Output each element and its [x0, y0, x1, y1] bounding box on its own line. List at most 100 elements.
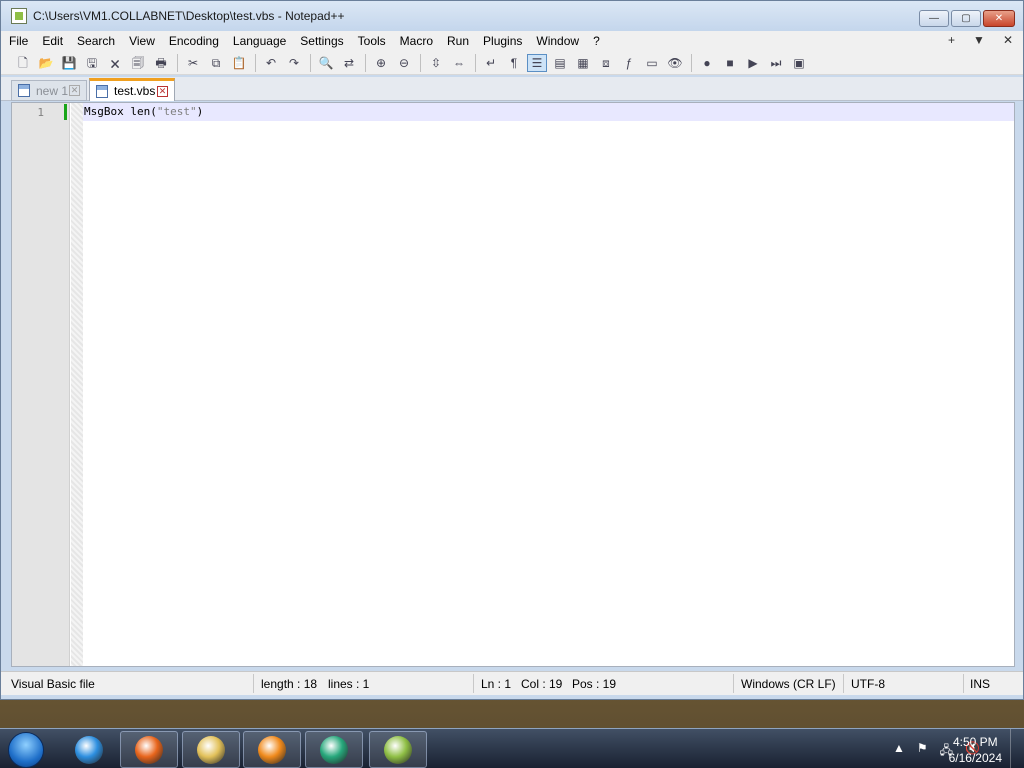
find-icon[interactable]: 🔍	[316, 54, 336, 72]
copy-icon[interactable]: ⧉	[206, 54, 226, 72]
saved-file-icon	[96, 84, 108, 98]
undo-icon[interactable]: ↶	[261, 54, 281, 72]
word-wrap-icon[interactable]: ↵	[481, 54, 501, 72]
cut-icon[interactable]: ✂	[183, 54, 203, 72]
zoom-out-icon[interactable]: ⊖	[394, 54, 414, 72]
menu-settings[interactable]: Settings	[292, 34, 349, 48]
sync-horizontal-icon[interactable]: ⇔	[449, 54, 469, 72]
editor-area[interactable]: 1 MsgBox len("test")	[11, 102, 1015, 667]
internet-explorer-icon	[75, 735, 103, 764]
menu-edit[interactable]: Edit	[34, 34, 69, 48]
internet-explorer-taskbar-button[interactable]	[60, 731, 118, 768]
menu-tools[interactable]: Tools	[350, 34, 392, 48]
window-title: C:\Users\VM1.COLLABNET\Desktop\test.vbs …	[33, 9, 345, 23]
tab-label: new 1	[36, 83, 69, 98]
code-string-literal: "test"	[156, 105, 197, 118]
window-controls: — ▢ ✕	[919, 10, 1015, 27]
line-number: 1	[37, 106, 44, 119]
close-document-button[interactable]: ✕	[1003, 33, 1013, 47]
indent-guide-icon[interactable]: ☰	[527, 53, 547, 72]
menu-language[interactable]: Language	[225, 34, 292, 48]
file-explorer-taskbar-button[interactable]	[182, 731, 240, 768]
tab-list-dropdown[interactable]: ▼	[973, 33, 985, 47]
chat-app-icon	[320, 735, 348, 764]
menu-bar: File Edit Search View Encoding Language …	[1, 31, 1023, 51]
run-macro-multiple-icon[interactable]: ⏭	[766, 54, 786, 72]
paste-icon[interactable]: 📋	[229, 54, 249, 72]
toolbar-separator	[310, 53, 311, 72]
tab-close-icon[interactable]: ✕	[69, 85, 80, 96]
menu-window[interactable]: Window	[528, 34, 585, 48]
notepad-plus-plus-icon	[384, 735, 412, 764]
tab-new-1[interactable]: new 1 ✕	[11, 80, 87, 101]
zoom-in-icon[interactable]: ⊕	[371, 54, 391, 72]
code-line-1[interactable]: MsgBox len("test")	[84, 105, 203, 118]
show-desktop-button[interactable]	[1010, 729, 1024, 768]
media-player-taskbar-button[interactable]	[243, 731, 301, 768]
new-file-icon[interactable]: 🗋	[13, 54, 33, 72]
folder-workspace-icon[interactable]: ▭	[642, 54, 662, 72]
status-length: length : 18	[261, 677, 318, 691]
toolbar-separator	[177, 53, 178, 72]
menu-file[interactable]: File	[1, 34, 34, 48]
minimize-button[interactable]: —	[919, 10, 949, 27]
close-all-icon[interactable]: 🗐	[128, 54, 148, 72]
tab-test-vbs[interactable]: test.vbs ✕	[89, 78, 175, 101]
notepad-plus-plus-taskbar-button[interactable]	[369, 731, 427, 768]
file-explorer-icon	[197, 735, 225, 764]
show-all-chars-icon[interactable]: ¶	[504, 54, 524, 72]
monitoring-icon[interactable]: 👁	[665, 54, 685, 72]
fold-margin[interactable]	[71, 103, 83, 666]
toolbar: 🗋 📂 💾 🖫 🗙 🗐 🖶 ✂ ⧉ 📋 ↶ ↷ 🔍 ⇄ ⊕ ⊖ ⇳ ⇔ ↵ ¶ ☰ ▤ ▦ ⧈ ƒ ▭ 👁 ● ■ ▶ ⏭ ▣	[1, 51, 1023, 75]
start-button[interactable]	[8, 732, 44, 768]
title-bar[interactable]: C:\Users\VM1.COLLABNET\Desktop\test.vbs …	[1, 1, 1023, 31]
menu-encoding[interactable]: Encoding	[161, 34, 225, 48]
sync-vertical-icon[interactable]: ⇳	[426, 54, 446, 72]
status-lines: lines : 1	[328, 677, 370, 691]
tab-close-icon[interactable]: ✕	[157, 85, 168, 97]
firefox-taskbar-button[interactable]	[120, 731, 178, 768]
document-list-icon[interactable]: ⧈	[596, 54, 616, 72]
stop-recording-icon[interactable]: ■	[720, 54, 740, 72]
function-list-icon[interactable]: ƒ	[619, 54, 639, 72]
menu-help[interactable]: ?	[585, 34, 606, 48]
print-icon[interactable]: 🖶	[151, 54, 171, 72]
status-line: Ln : 1	[481, 677, 512, 691]
menu-search[interactable]: Search	[69, 34, 121, 48]
code-text: MsgBox len(	[84, 105, 157, 118]
close-window-button[interactable]: ✕	[983, 10, 1015, 27]
status-divider	[733, 674, 734, 693]
status-divider	[963, 674, 964, 693]
close-icon[interactable]: 🗙	[105, 54, 125, 72]
maximize-button[interactable]: ▢	[951, 10, 981, 27]
menu-view[interactable]: View	[121, 34, 161, 48]
chat-app-taskbar-button[interactable]	[305, 731, 363, 768]
toolbar-separator	[365, 53, 366, 72]
status-divider	[473, 674, 474, 693]
status-insert-mode[interactable]: INS	[970, 677, 990, 691]
show-hidden-icons-icon[interactable]: ▲	[893, 741, 905, 762]
menu-plugins[interactable]: Plugins	[475, 34, 528, 48]
save-icon[interactable]: 💾	[59, 54, 79, 72]
status-language: Visual Basic file	[11, 677, 95, 691]
system-clock[interactable]: 4:50 PM 6/16/2024	[949, 734, 1002, 766]
action-center-flag-icon[interactable]: ⚑	[917, 741, 928, 762]
menu-run[interactable]: Run	[439, 34, 475, 48]
menu-macro[interactable]: Macro	[392, 34, 439, 48]
new-tab-button[interactable]: +	[948, 33, 955, 47]
playback-macro-icon[interactable]: ▶	[743, 54, 763, 72]
line-number-gutter: 1	[12, 103, 70, 666]
save-macro-icon[interactable]: ▣	[789, 54, 809, 72]
user-language-icon[interactable]: ▤	[550, 54, 570, 72]
record-macro-icon[interactable]: ●	[697, 54, 717, 72]
status-encoding[interactable]: UTF-8	[851, 677, 885, 691]
open-file-icon[interactable]: 📂	[36, 54, 56, 72]
document-tab-bar: new 1 ✕ test.vbs ✕	[1, 77, 1023, 101]
document-map-icon[interactable]: ▦	[573, 54, 593, 72]
status-eol-format[interactable]: Windows (CR LF)	[741, 677, 836, 691]
replace-icon[interactable]: ⇄	[339, 54, 359, 72]
redo-icon[interactable]: ↷	[284, 54, 304, 72]
save-all-icon[interactable]: 🖫	[82, 54, 102, 72]
change-history-marker	[64, 104, 67, 120]
toolbar-separator	[420, 53, 421, 72]
